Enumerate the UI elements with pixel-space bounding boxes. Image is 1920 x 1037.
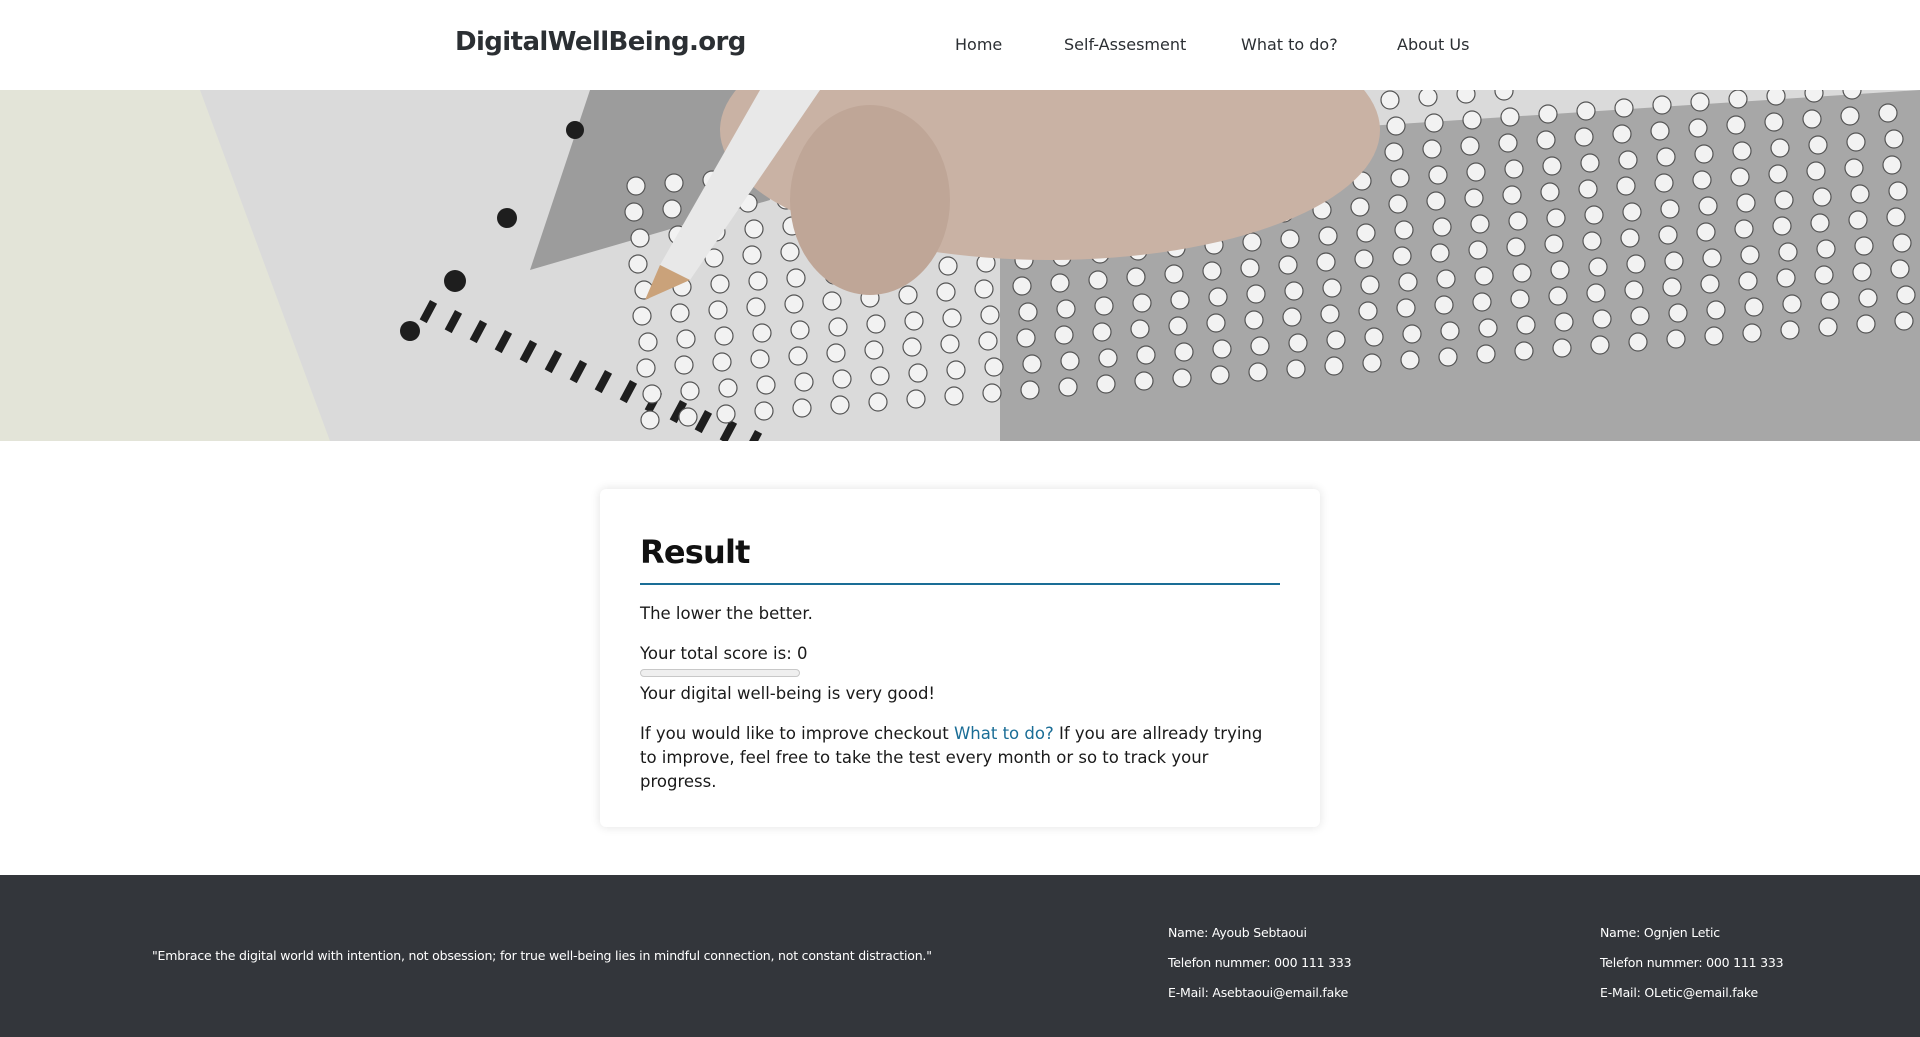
contact-phone: Telefon nummer: 000 111 333 (1600, 955, 1784, 970)
site-footer: "Embrace the digital world with intentio… (0, 875, 1920, 1037)
contact-block-1: Name: Ayoub Sebtaoui Telefon nummer: 000… (1168, 918, 1352, 1008)
score-progress-bar (640, 669, 800, 677)
contact-email: E-Mail: Asebtaoui@email.fake (1168, 985, 1349, 1000)
contact-phone: Telefon nummer: 000 111 333 (1168, 955, 1352, 970)
result-title: Result (640, 533, 1280, 585)
improve-paragraph: If you would like to improve checkout Wh… (640, 722, 1280, 794)
hero-image (0, 90, 1920, 441)
contact-name: Name: Ayoub Sebtaoui (1168, 925, 1307, 940)
improve-prefix: If you would like to improve checkout (640, 724, 949, 743)
answer-sheet-illustration (0, 90, 1920, 441)
contact-name: Name: Ognjen Letic (1600, 925, 1720, 940)
nav-self-assessment[interactable]: Self-Assesment (1064, 35, 1186, 54)
verdict-text: Your digital well-being is very good! (640, 684, 936, 703)
site-header: DigitalWellBeing.org Home Self-Assesment… (0, 0, 1920, 90)
contact-email: E-Mail: OLetic@email.fake (1600, 985, 1758, 1000)
nav-home[interactable]: Home (955, 35, 1002, 54)
nav-about-us[interactable]: About Us (1397, 35, 1469, 54)
total-score-text: Your total score is: 0 (640, 644, 808, 663)
contact-block-2: Name: Ognjen Letic Telefon nummer: 000 1… (1600, 918, 1784, 1008)
what-to-do-link[interactable]: What to do? (954, 724, 1054, 743)
footer-quote: "Embrace the digital world with intentio… (152, 948, 932, 963)
site-logo[interactable]: DigitalWellBeing.org (455, 27, 746, 57)
result-card: Result The lower the better. Your total … (600, 489, 1320, 827)
lower-better-note: The lower the better. (640, 604, 813, 623)
nav-what-to-do[interactable]: What to do? (1241, 35, 1338, 54)
